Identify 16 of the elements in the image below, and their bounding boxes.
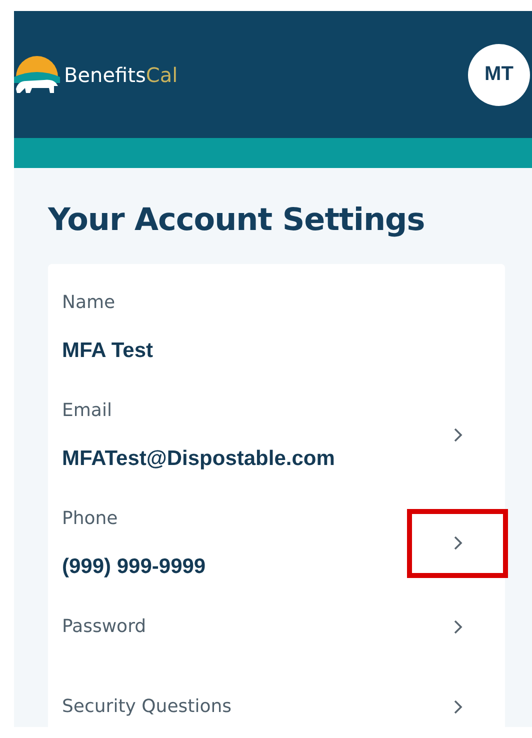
chevron-icon[interactable]	[452, 619, 462, 635]
avatar-button[interactable]: MT	[468, 44, 530, 106]
setting-label: Phone	[62, 507, 118, 531]
brand-logo-text: BenefitsCal	[64, 62, 178, 86]
chevron-icon[interactable]	[452, 427, 462, 443]
setting-label: Password	[62, 615, 146, 639]
setting-value: (999) 999-9999	[62, 554, 206, 580]
page-title: Your Account Settings	[48, 202, 425, 238]
chevron-icon[interactable]	[452, 699, 462, 715]
setting-label: Name	[62, 291, 116, 315]
setting-value: MFA Test	[62, 338, 154, 364]
setting-label: Security Questions	[62, 695, 232, 719]
logo-icon	[14, 54, 60, 94]
setting-label: Email	[62, 399, 112, 423]
chevron-icon[interactable]	[452, 535, 462, 551]
setting-value: MFATest@Dispostable.com	[62, 446, 335, 472]
